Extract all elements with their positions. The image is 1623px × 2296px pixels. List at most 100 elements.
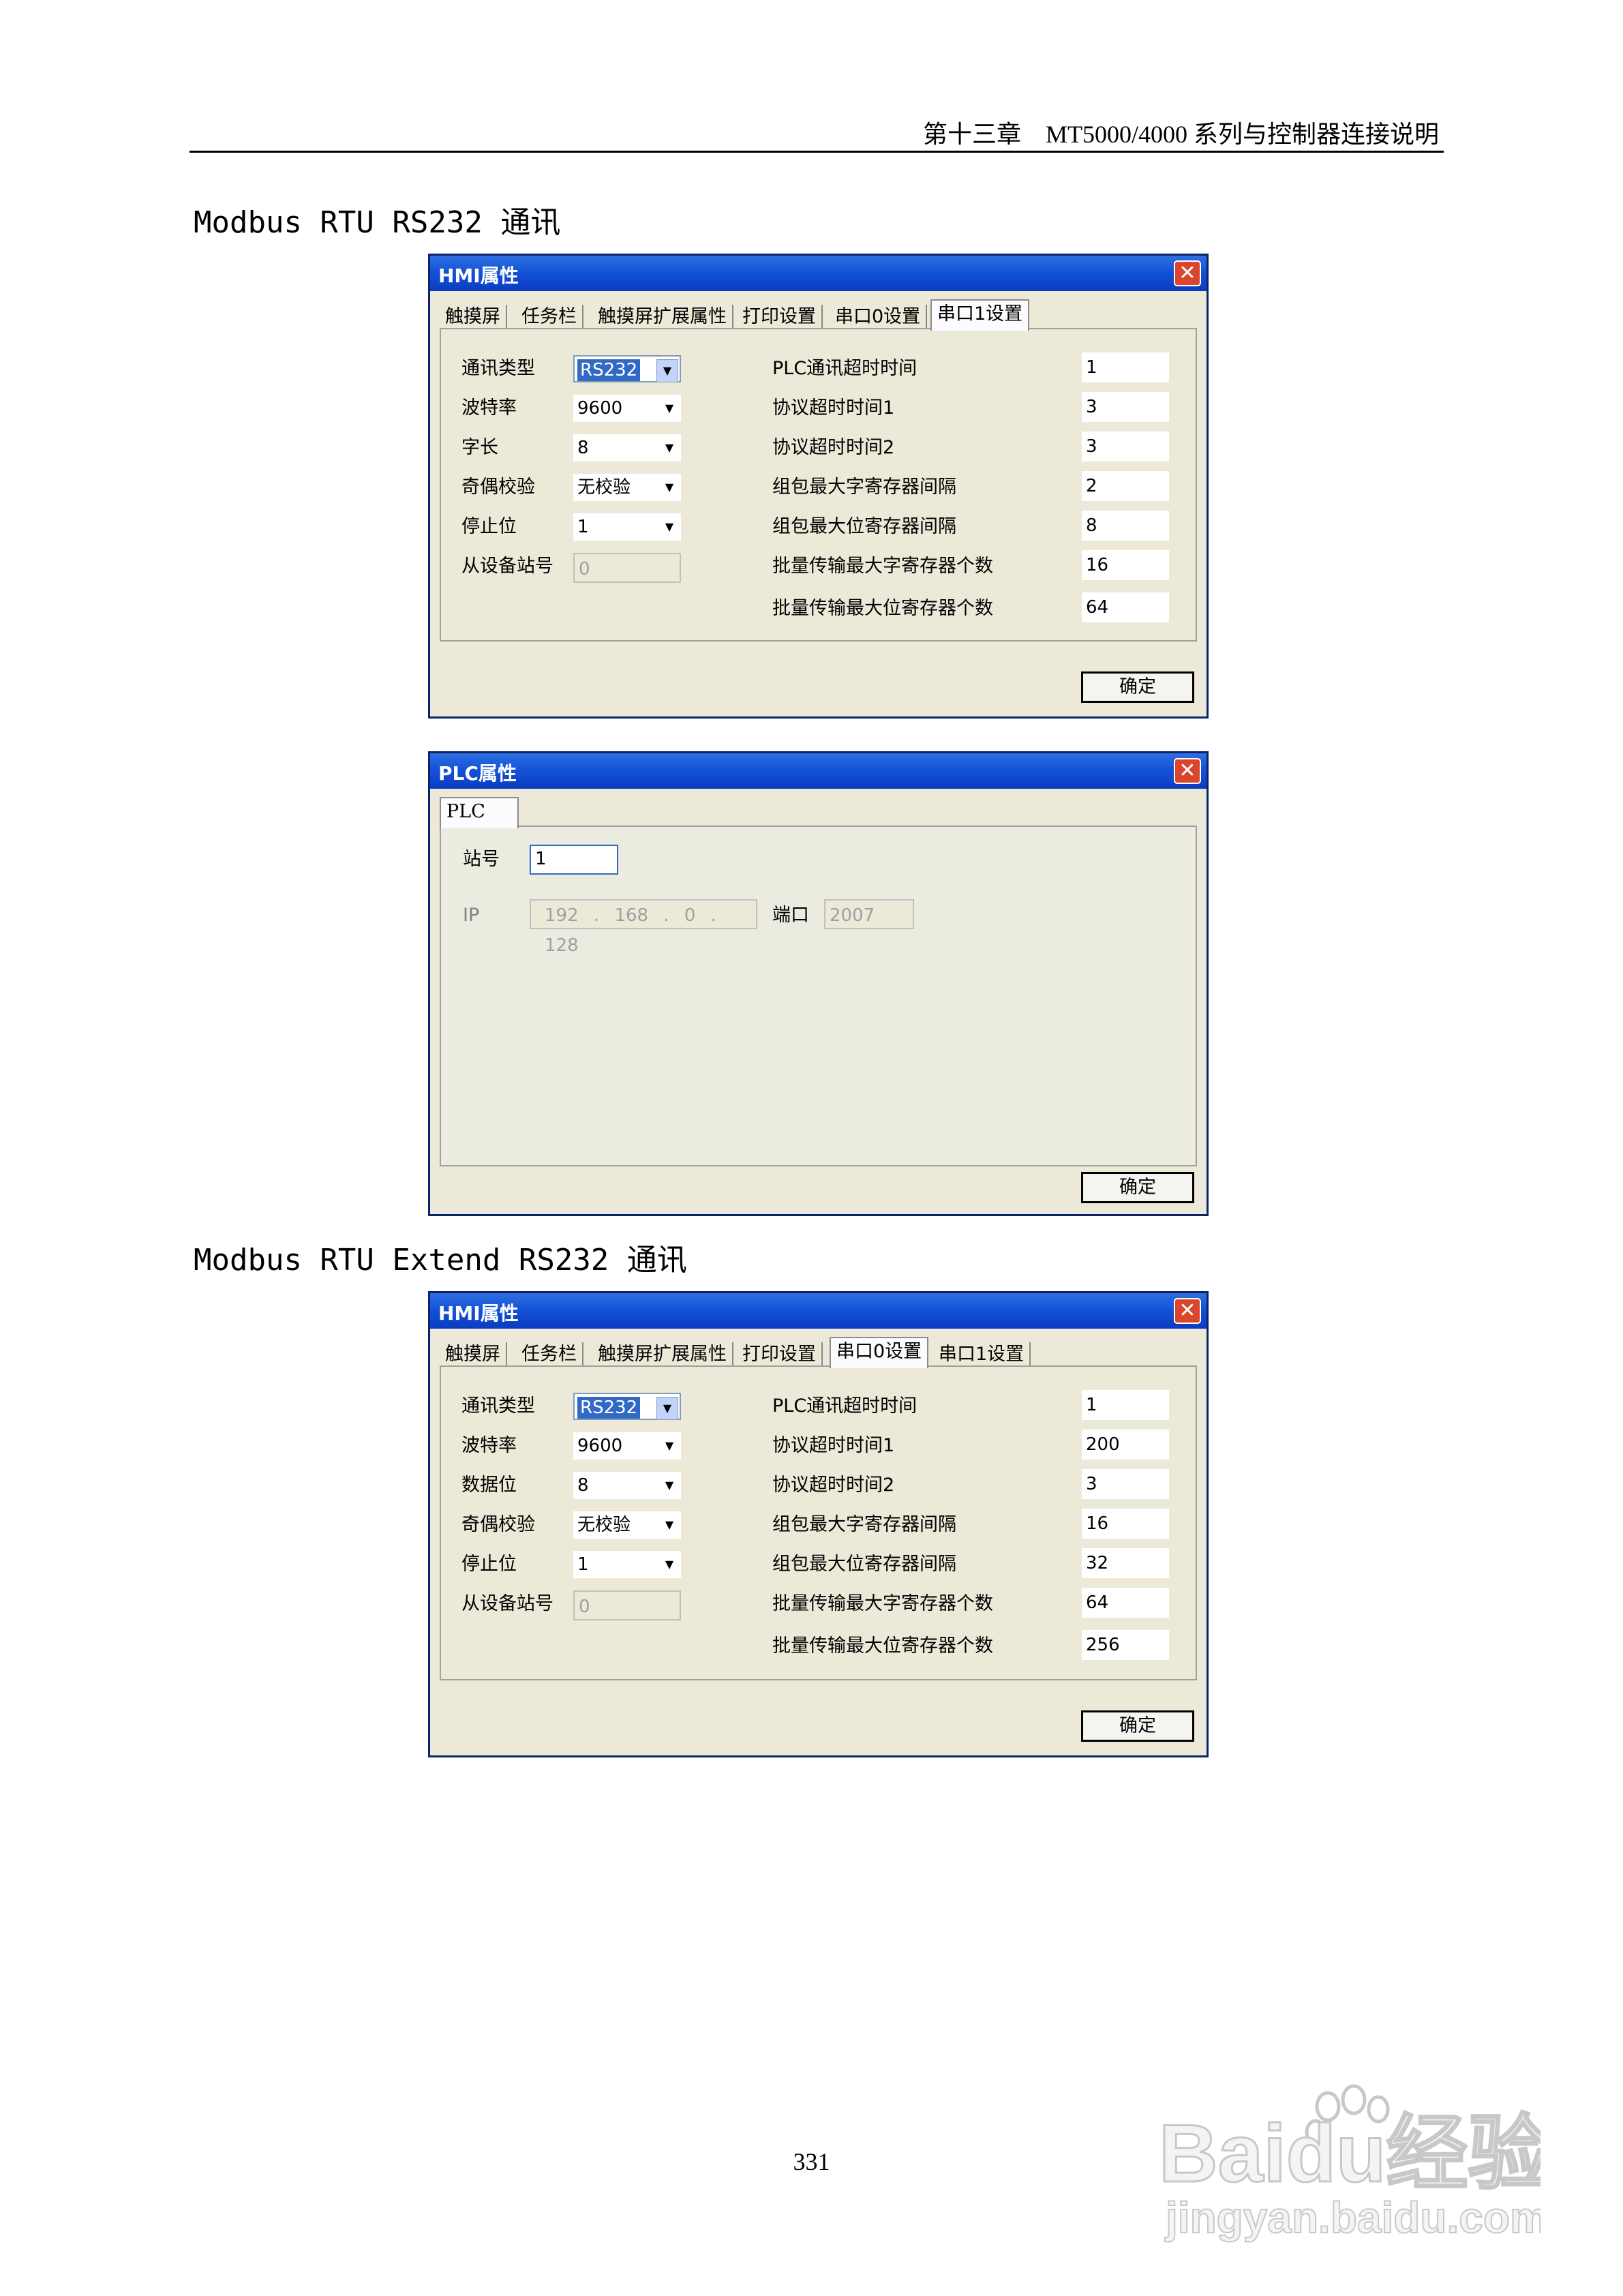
ip-dot: . (663, 905, 669, 926)
protocol-timeout2-field[interactable]: 3 (1082, 1469, 1169, 1499)
plc-timeout-field[interactable]: 1 (1082, 352, 1169, 382)
max-word-gap-field[interactable]: 2 (1082, 471, 1169, 501)
baud-rate-value: 9600 (577, 398, 623, 419)
plc-properties-dialog: PLC属性 ✕ PLC 站号 1 IP 192 . 168 . 0 . 128 … (428, 751, 1209, 1216)
slave-station-label: 从设备站号 (461, 556, 553, 577)
stop-bits-value: 1 (577, 517, 589, 537)
chapter-header: 第十三章 MT5000/4000 系列与控制器连接说明 (922, 121, 1439, 148)
station-label: 站号 (463, 849, 500, 870)
word-length-value: 8 (577, 438, 589, 458)
tab-touchscreen-extended[interactable]: 触摸屏扩展属性 (592, 305, 733, 329)
chevron-down-icon: ▼ (656, 1397, 678, 1420)
max-word-gap-label: 组包最大字寄存器间隔 (772, 1514, 956, 1535)
tab-taskbar[interactable]: 任务栏 (516, 1342, 583, 1367)
data-bits-select[interactable]: 8 ▼ (573, 1472, 681, 1499)
protocol-timeout1-field[interactable]: 200 (1082, 1430, 1169, 1460)
slave-station-field: 0 (573, 1590, 681, 1620)
chevron-down-icon: ▼ (665, 1479, 674, 1492)
baud-rate-select[interactable]: 9600 ▼ (573, 395, 681, 422)
word-length-select[interactable]: 8 ▼ (573, 434, 681, 462)
comm-type-select[interactable]: RS232 ▼ (573, 355, 681, 382)
tab-serial0-settings[interactable]: 串口0设置 (830, 1337, 929, 1368)
tab-print-settings[interactable]: 打印设置 (737, 1342, 823, 1367)
batch-max-word-field[interactable]: 64 (1082, 1588, 1169, 1618)
chevron-down-icon: ▼ (665, 441, 674, 454)
station-input[interactable]: 1 (530, 845, 618, 875)
comm-type-label: 通讯类型 (461, 358, 535, 379)
baidu-jingyan-watermark: Baidu经验 jingyan.baidu.com (1158, 2079, 1551, 2243)
plc-timeout-field[interactable]: 1 (1082, 1390, 1169, 1420)
dialog-title: HMI属性 (438, 1302, 519, 1325)
parity-value: 无校验 (577, 477, 631, 498)
max-bit-gap-field[interactable]: 32 (1082, 1548, 1169, 1578)
ok-button[interactable]: 确定 (1081, 1710, 1194, 1742)
protocol-timeout2-field[interactable]: 3 (1082, 432, 1169, 462)
chevron-down-icon: ▼ (665, 1439, 674, 1452)
stop-bits-value: 1 (577, 1554, 589, 1575)
close-icon: ✕ (1179, 261, 1196, 285)
tab-serial1-settings[interactable]: 串口1设置 (933, 1342, 1031, 1367)
watermark-line2: jingyan.baidu.com (1165, 2193, 1541, 2242)
baidu-paw-logo-icon: Baidu经验 jingyan.baidu.com (1158, 2084, 1551, 2243)
comm-type-value: RS232 (577, 1397, 641, 1419)
parity-value: 无校验 (577, 1515, 631, 1535)
port-label: 端口 (772, 905, 809, 926)
tab-plc[interactable]: PLC (440, 797, 519, 828)
close-icon: ✕ (1179, 759, 1196, 783)
ip-address-field: 192 . 168 . 0 . 128 (530, 899, 757, 956)
plc-timeout-label: PLC通讯超时时间 (772, 1395, 917, 1417)
close-button[interactable]: ✕ (1174, 1298, 1201, 1324)
parity-select[interactable]: 无校验 ▼ (573, 474, 681, 501)
port-field: 2007 (824, 899, 914, 929)
tab-print-settings[interactable]: 打印设置 (737, 305, 823, 329)
close-icon: ✕ (1179, 1299, 1196, 1323)
protocol-timeout1-label: 协议超时时间1 (772, 1435, 895, 1456)
chevron-down-icon: ▼ (665, 481, 674, 494)
data-bits-value: 8 (577, 1475, 589, 1496)
batch-max-bit-field[interactable]: 64 (1082, 592, 1169, 622)
batch-max-word-label: 批量传输最大字寄存器个数 (772, 1593, 993, 1614)
stop-bits-label: 停止位 (461, 1554, 517, 1575)
tab-taskbar[interactable]: 任务栏 (516, 305, 583, 329)
comm-type-value: RS232 (577, 359, 641, 381)
tab-strip: PLC (440, 797, 1197, 828)
stop-bits-select[interactable]: 1 ▼ (573, 1551, 681, 1578)
baud-rate-label: 波特率 (461, 1435, 517, 1456)
baud-rate-label: 波特率 (461, 397, 517, 419)
ip-octet-3: 0 (684, 905, 696, 926)
baud-rate-value: 9600 (577, 1436, 623, 1456)
ip-dot: . (710, 905, 716, 926)
protocol-timeout1-label: 协议超时时间1 (772, 397, 895, 419)
batch-max-bit-field[interactable]: 256 (1082, 1630, 1169, 1660)
protocol-timeout1-field[interactable]: 3 (1082, 392, 1169, 422)
settings-panel: 通讯类型 RS232 ▼ 波特率 9600 ▼ 字长 8 ▼ 奇偶校验 无校验 … (440, 328, 1197, 641)
ok-button[interactable]: 确定 (1081, 1172, 1194, 1203)
max-bit-gap-field[interactable]: 8 (1082, 511, 1169, 541)
stop-bits-select[interactable]: 1 ▼ (573, 513, 681, 541)
ip-octet-4: 128 (545, 935, 579, 956)
tab-serial0-settings[interactable]: 串口0设置 (830, 305, 928, 329)
tab-touchscreen[interactable]: 触摸屏 (440, 1342, 507, 1367)
tab-strip: 触摸屏 任务栏 触摸屏扩展属性 打印设置 串口0设置 串口1设置 (440, 1337, 1197, 1368)
ip-label: IP (463, 905, 480, 926)
watermark-line1: Baidu经验 (1159, 2108, 1541, 2199)
chevron-down-icon: ▼ (665, 1518, 674, 1531)
hmi-properties-dialog-1: HMI属性 ✕ 触摸屏 任务栏 触摸屏扩展属性 打印设置 串口0设置 串口1设置… (428, 254, 1209, 719)
titlebar: HMI属性 ✕ (430, 1293, 1207, 1329)
baud-rate-select[interactable]: 9600 ▼ (573, 1432, 681, 1460)
tab-touchscreen-extended[interactable]: 触摸屏扩展属性 (592, 1342, 733, 1367)
word-length-label: 字长 (461, 437, 498, 458)
plc-panel: 站号 1 IP 192 . 168 . 0 . 128 端口 2007 (440, 826, 1197, 1166)
data-bits-label: 数据位 (461, 1475, 517, 1496)
tab-serial1-settings[interactable]: 串口1设置 (930, 299, 1030, 331)
close-button[interactable]: ✕ (1174, 758, 1201, 784)
hmi-properties-dialog-2: HMI属性 ✕ 触摸屏 任务栏 触摸屏扩展属性 打印设置 串口0设置 串口1设置… (428, 1291, 1209, 1757)
dialog-title: HMI属性 (438, 265, 519, 287)
close-button[interactable]: ✕ (1174, 260, 1201, 286)
parity-select[interactable]: 无校验 ▼ (573, 1511, 681, 1539)
tab-touchscreen[interactable]: 触摸屏 (440, 305, 507, 329)
comm-type-select[interactable]: RS232 ▼ (573, 1393, 681, 1420)
ok-button[interactable]: 确定 (1081, 671, 1194, 703)
max-word-gap-field[interactable]: 16 (1082, 1509, 1169, 1539)
batch-max-word-field[interactable]: 16 (1082, 550, 1169, 580)
